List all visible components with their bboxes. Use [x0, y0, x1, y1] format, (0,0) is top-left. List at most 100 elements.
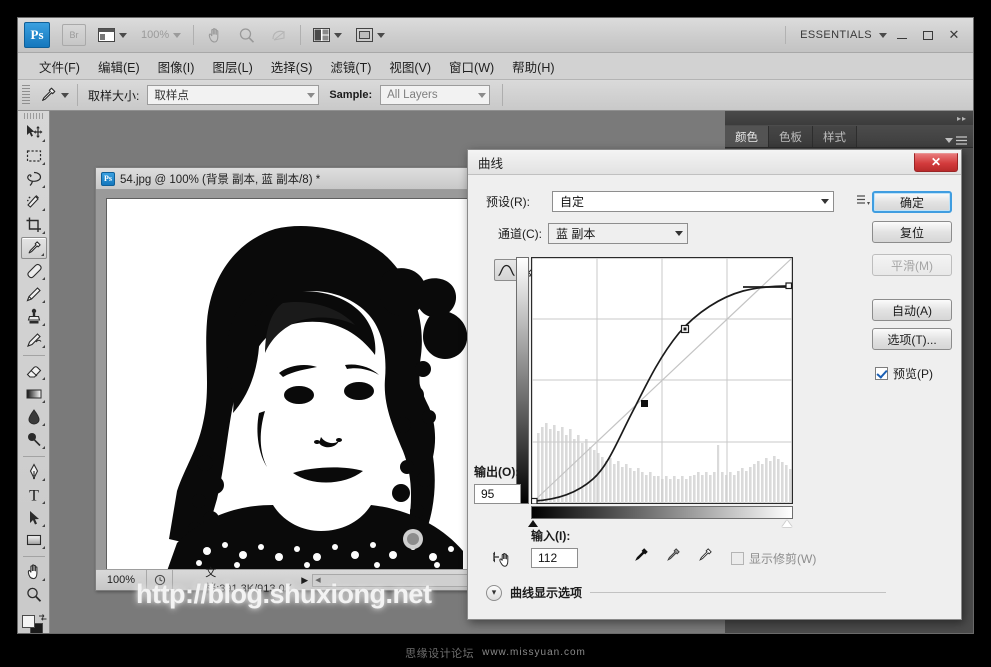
preset-row: 预设(R): 自定	[486, 191, 846, 212]
sidebar-tool-move[interactable]	[21, 122, 47, 144]
footer-site-url: www.missyuan.com	[482, 647, 586, 658]
curves-dialog-title-bar[interactable]: 曲线 ✕	[468, 150, 961, 175]
preview-row[interactable]: 预览(P)	[875, 365, 952, 382]
preview-checkbox[interactable]	[875, 367, 888, 380]
options-bar-grip[interactable]	[22, 85, 30, 105]
sidebar-tool-lasso[interactable]	[21, 168, 47, 190]
black-point-slider[interactable]	[528, 520, 538, 527]
dock-tab-strip: 颜色 色板 样式	[725, 125, 973, 148]
workspace-switcher[interactable]: ESSENTIALS	[785, 26, 887, 44]
options-button[interactable]: 选项(T)...	[872, 328, 952, 350]
menu-item-image[interactable]: 图像(I)	[149, 55, 204, 78]
eyedropper-gray-icon[interactable]	[664, 546, 682, 564]
white-point-slider[interactable]	[782, 520, 792, 527]
sample-value: All Layers	[387, 89, 438, 101]
eyedropper-group	[632, 546, 714, 564]
preset-options-button[interactable]	[856, 194, 872, 210]
window-minimize-button[interactable]	[891, 25, 913, 45]
launch-bridge-button[interactable]: Br	[62, 24, 86, 46]
menu-item-filter[interactable]: 滤镜(T)	[321, 55, 380, 78]
toolbox-grip[interactable]	[23, 113, 44, 120]
sidebar-tool-brush[interactable]	[21, 283, 47, 305]
window-maximize-button[interactable]	[917, 25, 939, 45]
sidebar-tool-pen[interactable]	[21, 461, 47, 483]
hand-tool-button[interactable]	[204, 22, 226, 48]
curves-dialog-close-button[interactable]: ✕	[914, 152, 958, 172]
eyedropper-black-icon[interactable]	[632, 546, 650, 564]
sidebar-tool-eyedropper[interactable]	[20, 236, 47, 259]
sidebar-tool-type[interactable]: T	[21, 484, 47, 506]
sidebar-tool-gradient[interactable]	[21, 383, 47, 405]
sidebar-tool-eraser[interactable]	[21, 360, 47, 382]
zoom-tool-button[interactable]	[236, 22, 258, 48]
expand-chevron-icon[interactable]: ▾	[486, 584, 502, 601]
preset-value: 自定	[560, 195, 585, 209]
auto-button[interactable]: 自动(A)	[872, 299, 952, 321]
tool-preset-caret-icon[interactable]	[61, 92, 69, 98]
sidebar-tool-shape[interactable]	[21, 530, 47, 552]
sidebar-tool-quick-selection[interactable]	[21, 191, 47, 213]
curve-display-options-row[interactable]: ▾ 曲线显示选项	[486, 584, 886, 601]
document-title-bar[interactable]: Ps 54.jpg @ 100% (背景 副本, 蓝 副本/8) * – □	[96, 168, 512, 190]
sidebar-tool-marquee[interactable]	[21, 145, 47, 167]
screen-mode-button[interactable]	[354, 22, 387, 48]
sidebar-tool-path-selection[interactable]	[21, 507, 47, 529]
view-extras-button[interactable]	[96, 22, 129, 48]
eyedropper-white-icon[interactable]	[696, 546, 714, 564]
document-title: 54.jpg @ 100% (背景 副本, 蓝 副本/8) *	[120, 173, 321, 186]
sidebar-tool-blur[interactable]	[21, 406, 47, 428]
show-clipping-label: 显示修剪(W)	[749, 552, 817, 566]
sidebar-tool-zoom[interactable]	[21, 584, 47, 606]
menu-item-window[interactable]: 窗口(W)	[440, 55, 503, 78]
smooth-button: 平滑(M)	[872, 254, 952, 276]
ok-button[interactable]: 确定	[872, 191, 952, 213]
panel-tab-styles[interactable]: 样式	[813, 126, 857, 147]
sidebar-tool-history-brush[interactable]	[21, 329, 47, 351]
menu-item-edit[interactable]: 编辑(E)	[89, 55, 149, 78]
tool-expand-triangle-icon	[39, 276, 45, 280]
input-value-field[interactable]: 112	[531, 548, 578, 568]
curves-graph[interactable]	[530, 256, 794, 505]
show-clipping-checkbox[interactable]	[731, 552, 744, 565]
menu-item-file[interactable]: 文件(F)	[30, 55, 89, 78]
sample-size-caret-icon	[307, 92, 316, 98]
panel-tab-swatches[interactable]: 色板	[769, 126, 813, 147]
canvas-watermark-text: http://blog.shuxiong.net	[136, 579, 432, 609]
arrange-documents-icon	[313, 28, 331, 42]
foreground-color-swatch[interactable]	[21, 615, 35, 629]
tool-expand-triangle-icon	[39, 322, 45, 326]
menu-item-help[interactable]: 帮助(H)	[503, 55, 563, 78]
zoom-level-display[interactable]: 100%	[139, 22, 183, 48]
channel-select[interactable]: 蓝 副本	[548, 223, 688, 244]
targeted-adjustment-tool-button[interactable]	[492, 547, 514, 572]
dock-collapse-bar[interactable]: ▸▸	[725, 111, 973, 125]
show-clipping-row[interactable]: 显示修剪(W)	[731, 550, 816, 567]
sidebar-tool-crop[interactable]	[21, 214, 47, 236]
output-value-field[interactable]: 95	[474, 484, 521, 504]
input-group: 输入(I): 112	[531, 527, 578, 568]
application-bar: Ps Br 100% ESSENTIALS ✕	[18, 18, 973, 53]
preset-select[interactable]: 自定	[552, 191, 834, 212]
reset-button[interactable]: 复位	[872, 221, 952, 243]
toolbox-divider-3	[22, 556, 45, 558]
color-swatches[interactable]	[21, 613, 47, 633]
current-tool-preview[interactable]	[35, 83, 61, 107]
menu-item-select[interactable]: 选择(S)	[262, 55, 322, 78]
sidebar-tool-healing-brush[interactable]	[21, 260, 47, 282]
sidebar-tool-dodge[interactable]	[21, 429, 47, 451]
sidebar-tool-hand[interactable]	[21, 561, 47, 583]
menu-bar: 文件(F) 编辑(E) 图像(I) 图层(L) 选择(S) 滤镜(T) 视图(V…	[18, 53, 973, 80]
arrange-documents-button[interactable]	[311, 22, 344, 48]
sample-size-select[interactable]: 取样点	[147, 85, 320, 105]
menu-item-layer[interactable]: 图层(L)	[203, 55, 261, 78]
sidebar-tool-clone-stamp[interactable]	[21, 306, 47, 328]
curve-edit-mode-button[interactable]	[494, 259, 518, 281]
image-canvas[interactable]	[106, 198, 496, 569]
rotate-view-tool-button[interactable]	[268, 22, 290, 48]
panel-menu-button[interactable]	[937, 136, 973, 147]
arrange-caret-icon	[334, 32, 343, 38]
sample-select[interactable]: All Layers	[380, 85, 491, 105]
menu-item-view[interactable]: 视图(V)	[380, 55, 440, 78]
window-close-button[interactable]: ✕	[943, 25, 965, 45]
panel-tab-color[interactable]: 颜色	[725, 126, 769, 147]
